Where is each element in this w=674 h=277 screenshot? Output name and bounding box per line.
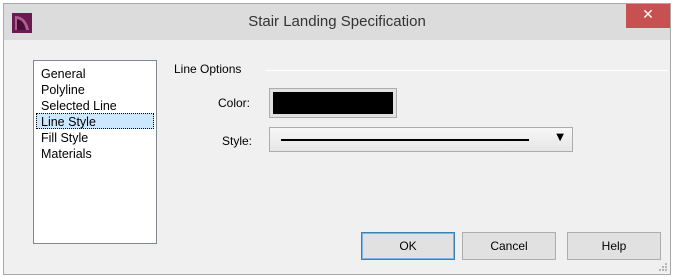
ok-button[interactable]: OK	[361, 232, 455, 260]
color-swatch	[273, 92, 393, 114]
help-button[interactable]: Help	[567, 232, 661, 260]
cancel-button[interactable]: Cancel	[462, 232, 556, 260]
line-style-dropdown[interactable]: ▼	[269, 127, 573, 152]
line-options-group-label: Line Options	[174, 62, 248, 76]
window-title: Stair Landing Specification	[248, 13, 426, 30]
resize-grip-icon[interactable]	[658, 262, 668, 272]
category-item-selected-line[interactable]: Selected Line	[36, 97, 154, 113]
line-style-preview	[281, 139, 529, 141]
color-label: Color:	[218, 96, 251, 110]
category-item-general[interactable]: General	[36, 65, 154, 81]
category-item-line-style[interactable]: Line Style	[36, 113, 154, 129]
category-list[interactable]: General Polyline Selected Line Line Styl…	[33, 60, 157, 244]
category-item-fill-style[interactable]: Fill Style	[36, 129, 154, 145]
dialog-window: Stair Landing Specification ✕ General Po…	[3, 3, 671, 275]
group-divider	[266, 70, 668, 71]
color-picker-button[interactable]	[269, 88, 397, 118]
category-item-polyline[interactable]: Polyline	[36, 81, 154, 97]
category-item-materials[interactable]: Materials	[36, 145, 154, 161]
chevron-down-icon: ▼	[556, 132, 564, 143]
style-label: Style:	[222, 134, 253, 148]
title-bar[interactable]: Stair Landing Specification ✕	[4, 4, 670, 40]
close-button[interactable]: ✕	[626, 4, 670, 28]
